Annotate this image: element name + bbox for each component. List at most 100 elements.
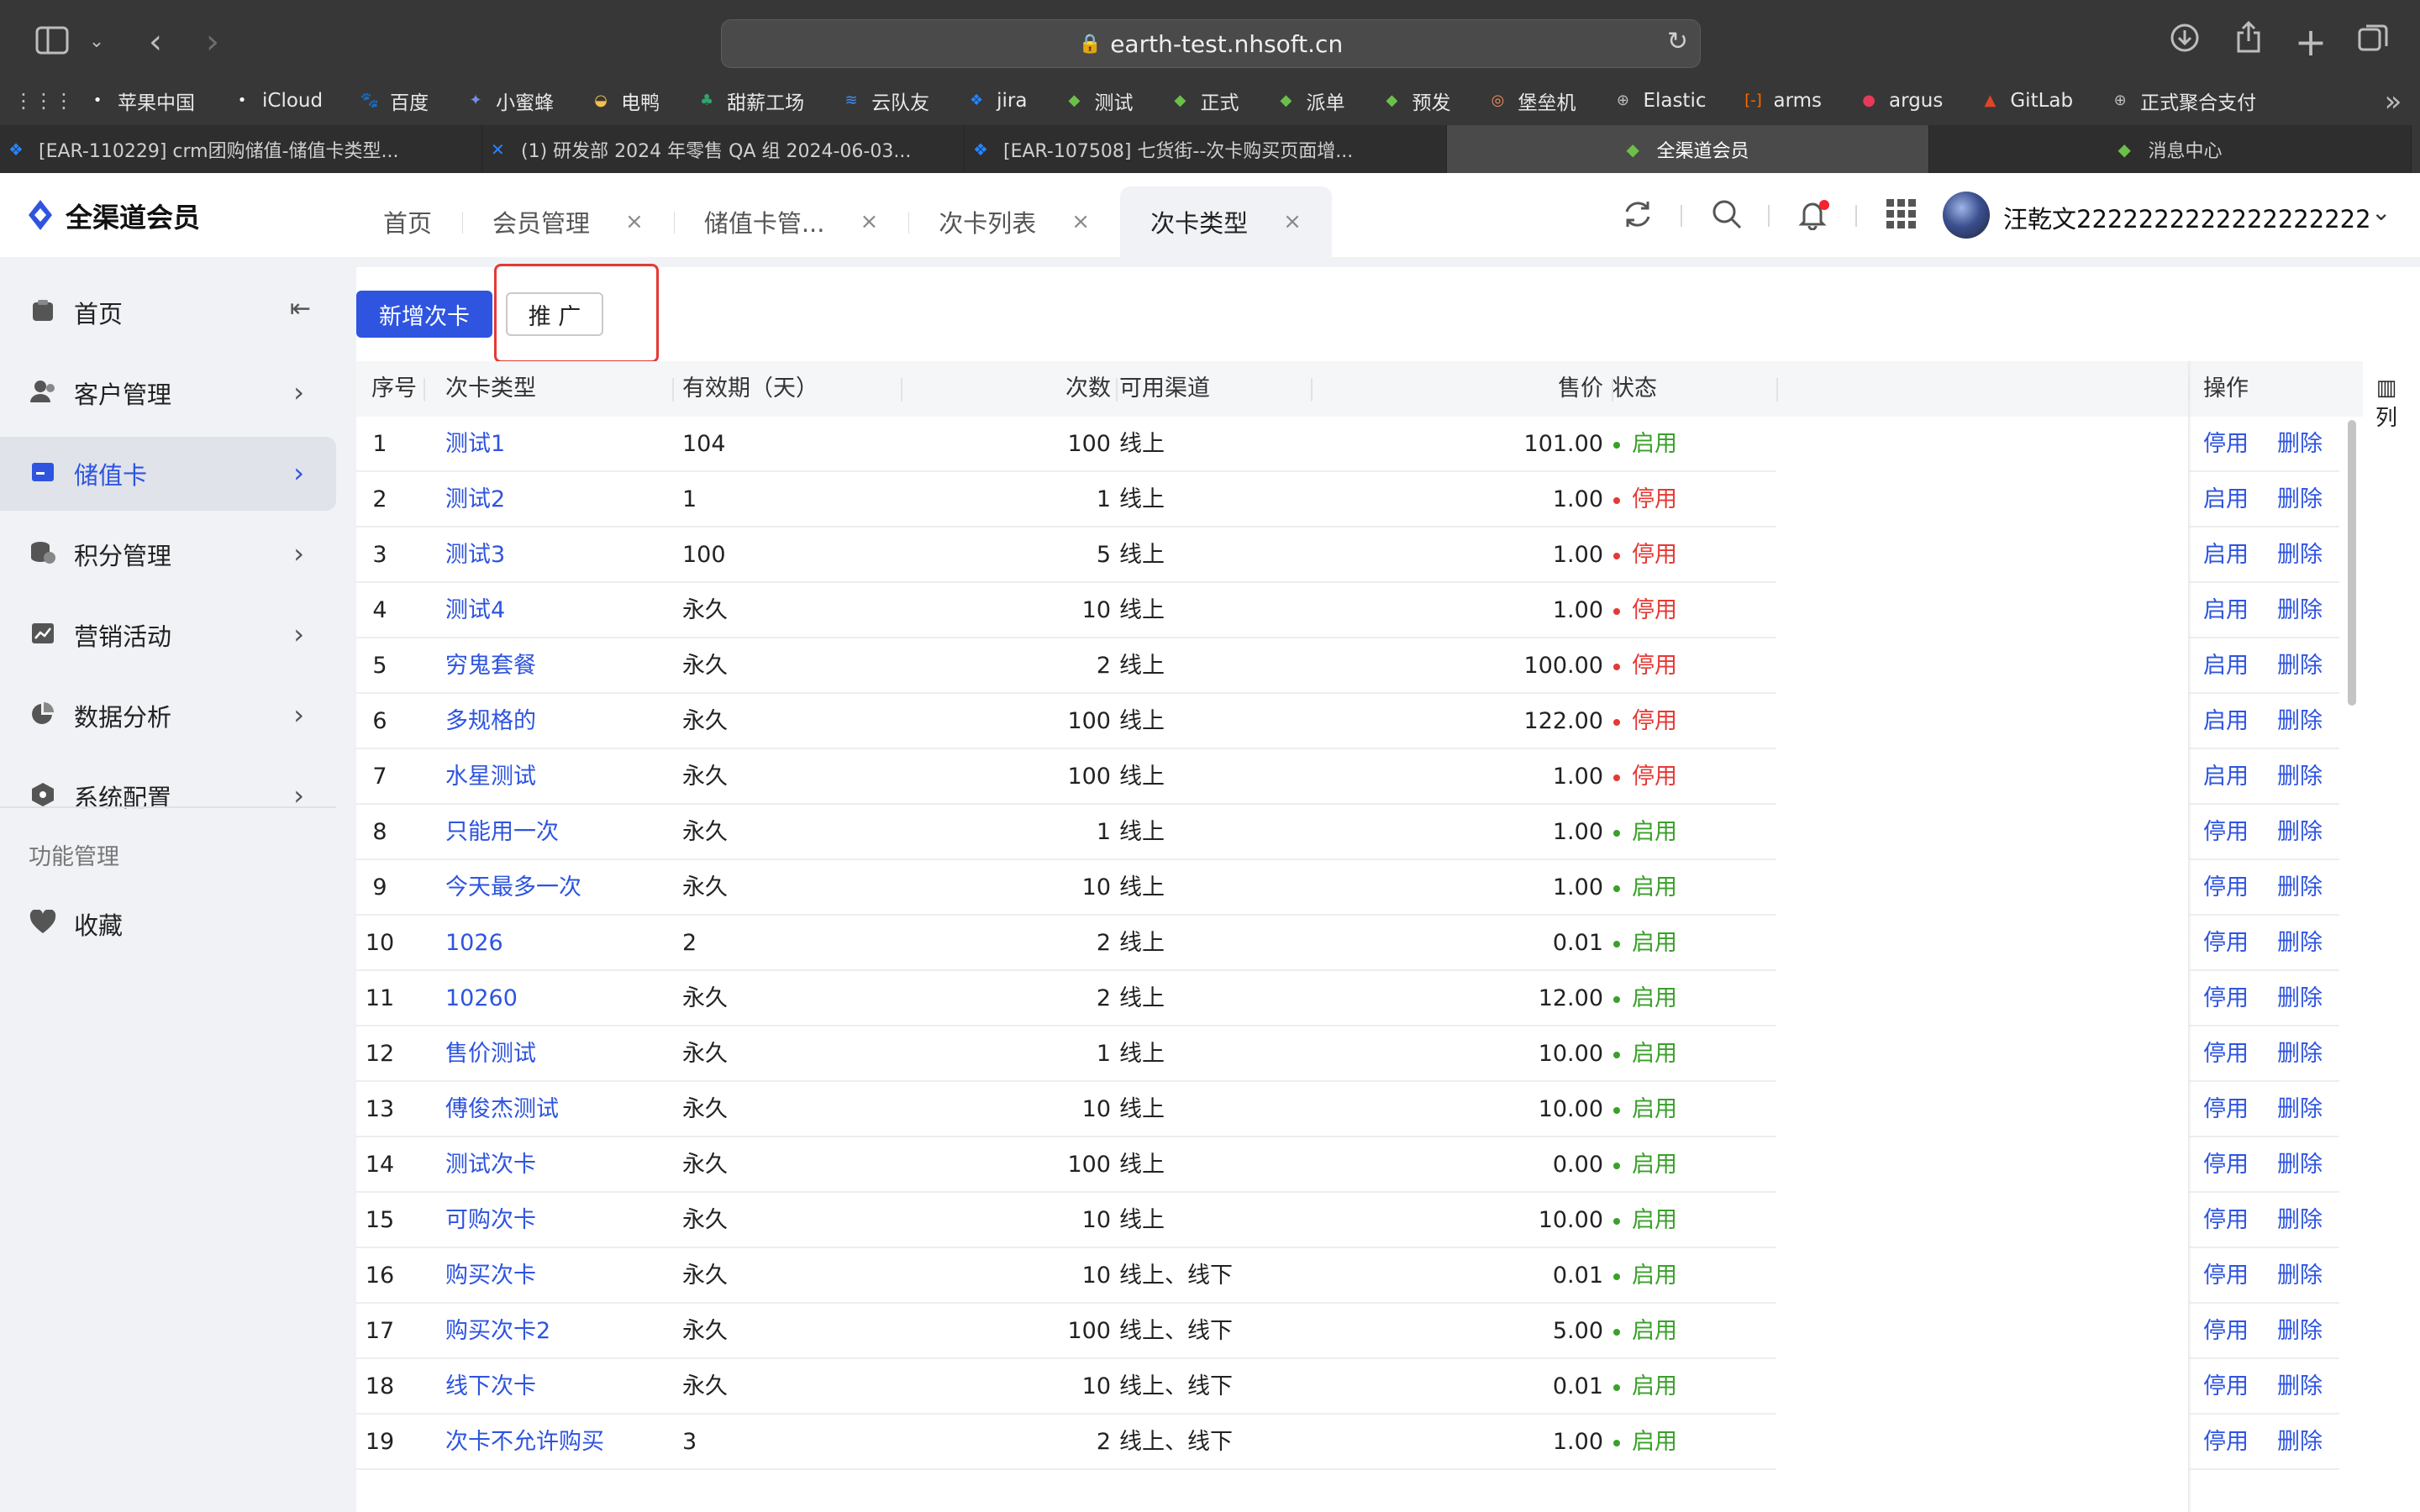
add-card-type-button[interactable]: 新增次卡 [356, 291, 492, 338]
tab-overview-icon[interactable] [2348, 17, 2398, 67]
delete-button[interactable]: 删除 [2277, 749, 2323, 805]
delete-button[interactable]: 删除 [2277, 1415, 2323, 1470]
disable-button[interactable]: 停用 [2203, 1304, 2249, 1359]
disable-button[interactable]: 停用 [2203, 916, 2249, 971]
close-icon[interactable]: × [1071, 209, 1090, 234]
bookmark-item[interactable]: [-] arms [1742, 87, 1822, 115]
enable-button[interactable]: 启用 [2203, 638, 2249, 694]
disable-button[interactable]: 停用 [2203, 1193, 2249, 1248]
browser-tab[interactable]: ◆ 消息中心 [1929, 125, 2412, 173]
card-type-link[interactable]: 购买次卡2 [445, 1304, 664, 1359]
disable-button[interactable]: 停用 [2203, 971, 2249, 1026]
refresh-icon[interactable] [1622, 198, 1654, 238]
bookmark-item[interactable]: ❖ jira [965, 87, 1027, 115]
delete-button[interactable]: 删除 [2277, 971, 2323, 1026]
delete-button[interactable]: 删除 [2277, 1359, 2323, 1415]
disable-button[interactable]: 停用 [2203, 1415, 2249, 1470]
scrollbar[interactable] [2344, 417, 2360, 932]
bookmark-item[interactable]: • 苹果中国 [86, 87, 195, 115]
card-type-link[interactable]: 测试3 [445, 528, 664, 583]
page-tab[interactable]: 首页 [353, 186, 462, 257]
chevron-down-icon[interactable]: ⌄ [2371, 198, 2391, 226]
apps-grid-icon[interactable] [1886, 198, 1918, 238]
bookmark-item[interactable]: ● argus [1857, 87, 1943, 115]
delete-button[interactable]: 删除 [2277, 417, 2323, 472]
disable-button[interactable]: 停用 [2203, 417, 2249, 472]
sidebar-item[interactable]: 首页 ⇤ [0, 276, 336, 349]
browser-tab[interactable]: ❖ [EAR-107508] 七货街--次卡购买页面增... [965, 125, 1447, 173]
bookmark-item[interactable]: ◆ 派单 [1274, 87, 1345, 115]
delete-button[interactable]: 删除 [2277, 472, 2323, 528]
collapse-sidebar-icon[interactable]: ⇤ [290, 294, 311, 323]
disable-button[interactable]: 停用 [2203, 1137, 2249, 1193]
browser-tab[interactable]: ◆ 全渠道会员 [1447, 125, 1929, 173]
card-type-link[interactable]: 测试次卡 [445, 1137, 664, 1193]
card-type-link[interactable]: 次卡不允许购买 [445, 1415, 664, 1470]
download-icon[interactable] [2160, 17, 2210, 67]
disable-button[interactable]: 停用 [2203, 1248, 2249, 1304]
new-tab-icon[interactable]: + [2286, 17, 2336, 67]
sidebar-item-favorites[interactable]: 收藏 [0, 887, 336, 961]
bookmark-item[interactable]: ≋ 云队友 [839, 87, 930, 115]
card-type-link[interactable]: 测试1 [445, 417, 664, 472]
bookmark-item[interactable]: 🐾 百度 [358, 87, 429, 115]
card-type-link[interactable]: 售价测试 [445, 1026, 664, 1082]
card-type-link[interactable]: 1026 [445, 916, 664, 971]
bookmark-item[interactable]: ♣ 甜薪工场 [695, 87, 804, 115]
sidebar-toggle-icon[interactable] [29, 18, 76, 69]
delete-button[interactable]: 删除 [2277, 1304, 2323, 1359]
sidebar-item[interactable]: 积分管理 › [0, 517, 336, 591]
card-type-link[interactable]: 今天最多一次 [445, 860, 664, 916]
disable-button[interactable]: 停用 [2203, 805, 2249, 860]
bookmark-item[interactable]: ◎ 堡垒机 [1486, 87, 1576, 115]
card-type-link[interactable]: 穷鬼套餐 [445, 638, 664, 694]
page-tab[interactable]: 会员管理 × [462, 186, 674, 257]
card-type-link[interactable]: 测试2 [445, 472, 664, 528]
grid-icon[interactable]: ⋮⋮⋮ [13, 76, 74, 126]
close-icon[interactable]: × [860, 209, 878, 234]
forward-icon[interactable]: › [192, 17, 234, 67]
avatar[interactable] [1943, 192, 1990, 239]
enable-button[interactable]: 启用 [2203, 749, 2249, 805]
back-icon[interactable]: ‹ [134, 17, 176, 67]
delete-button[interactable]: 删除 [2277, 916, 2323, 971]
card-type-link[interactable]: 可购次卡 [445, 1193, 664, 1248]
delete-button[interactable]: 删除 [2277, 694, 2323, 749]
disable-button[interactable]: 停用 [2203, 1082, 2249, 1137]
delete-button[interactable]: 删除 [2277, 638, 2323, 694]
page-tab[interactable]: 次卡类型 × [1120, 186, 1332, 257]
card-type-link[interactable]: 傅俊杰测试 [445, 1082, 664, 1137]
bookmark-item[interactable]: ◒ 电鸭 [589, 87, 660, 115]
bookmark-item[interactable]: • iCloud [230, 87, 323, 115]
more-bookmarks-icon[interactable]: » [2376, 76, 2410, 127]
disable-button[interactable]: 停用 [2203, 1026, 2249, 1082]
close-icon[interactable]: × [625, 209, 644, 234]
card-type-link[interactable]: 10260 [445, 971, 664, 1026]
address-bar[interactable]: 🔒 earth-test.nhsoft.cn ↻ [721, 19, 1701, 68]
browser-tab[interactable]: ❖ [EAR-110229] crm团购储值-储值卡类型... [0, 125, 482, 173]
delete-button[interactable]: 删除 [2277, 860, 2323, 916]
bookmark-item[interactable]: ⊕ 正式聚合支付 [2108, 87, 2257, 115]
sidebar-item[interactable]: 客户管理 › [0, 356, 336, 430]
card-type-link[interactable]: 测试4 [445, 583, 664, 638]
share-icon[interactable] [2223, 17, 2274, 67]
delete-button[interactable]: 删除 [2277, 1026, 2323, 1082]
sidebar-item[interactable]: 数据分析 › [0, 679, 336, 753]
delete-button[interactable]: 删除 [2277, 583, 2323, 638]
column-settings[interactable]: ▥ 列 [2371, 373, 2402, 433]
enable-button[interactable]: 启用 [2203, 583, 2249, 638]
page-tab[interactable]: 储值卡管... × [673, 186, 908, 257]
enable-button[interactable]: 启用 [2203, 528, 2249, 583]
bookmark-item[interactable]: ◆ 正式 [1168, 87, 1239, 115]
card-type-link[interactable]: 购买次卡 [445, 1248, 664, 1304]
sidebar-item[interactable]: 系统配置 › [0, 759, 336, 833]
bookmark-item[interactable]: ◆ 预发 [1380, 87, 1451, 115]
chevron-down-icon[interactable]: ⌄ [84, 17, 109, 67]
card-type-link[interactable]: 多规格的 [445, 694, 664, 749]
disable-button[interactable]: 停用 [2203, 860, 2249, 916]
delete-button[interactable]: 删除 [2277, 1248, 2323, 1304]
sidebar-item[interactable]: 储值卡 › [0, 437, 336, 511]
search-icon[interactable] [1711, 198, 1743, 238]
bookmark-item[interactable]: ◆ 测试 [1062, 87, 1134, 115]
delete-button[interactable]: 删除 [2277, 1082, 2323, 1137]
